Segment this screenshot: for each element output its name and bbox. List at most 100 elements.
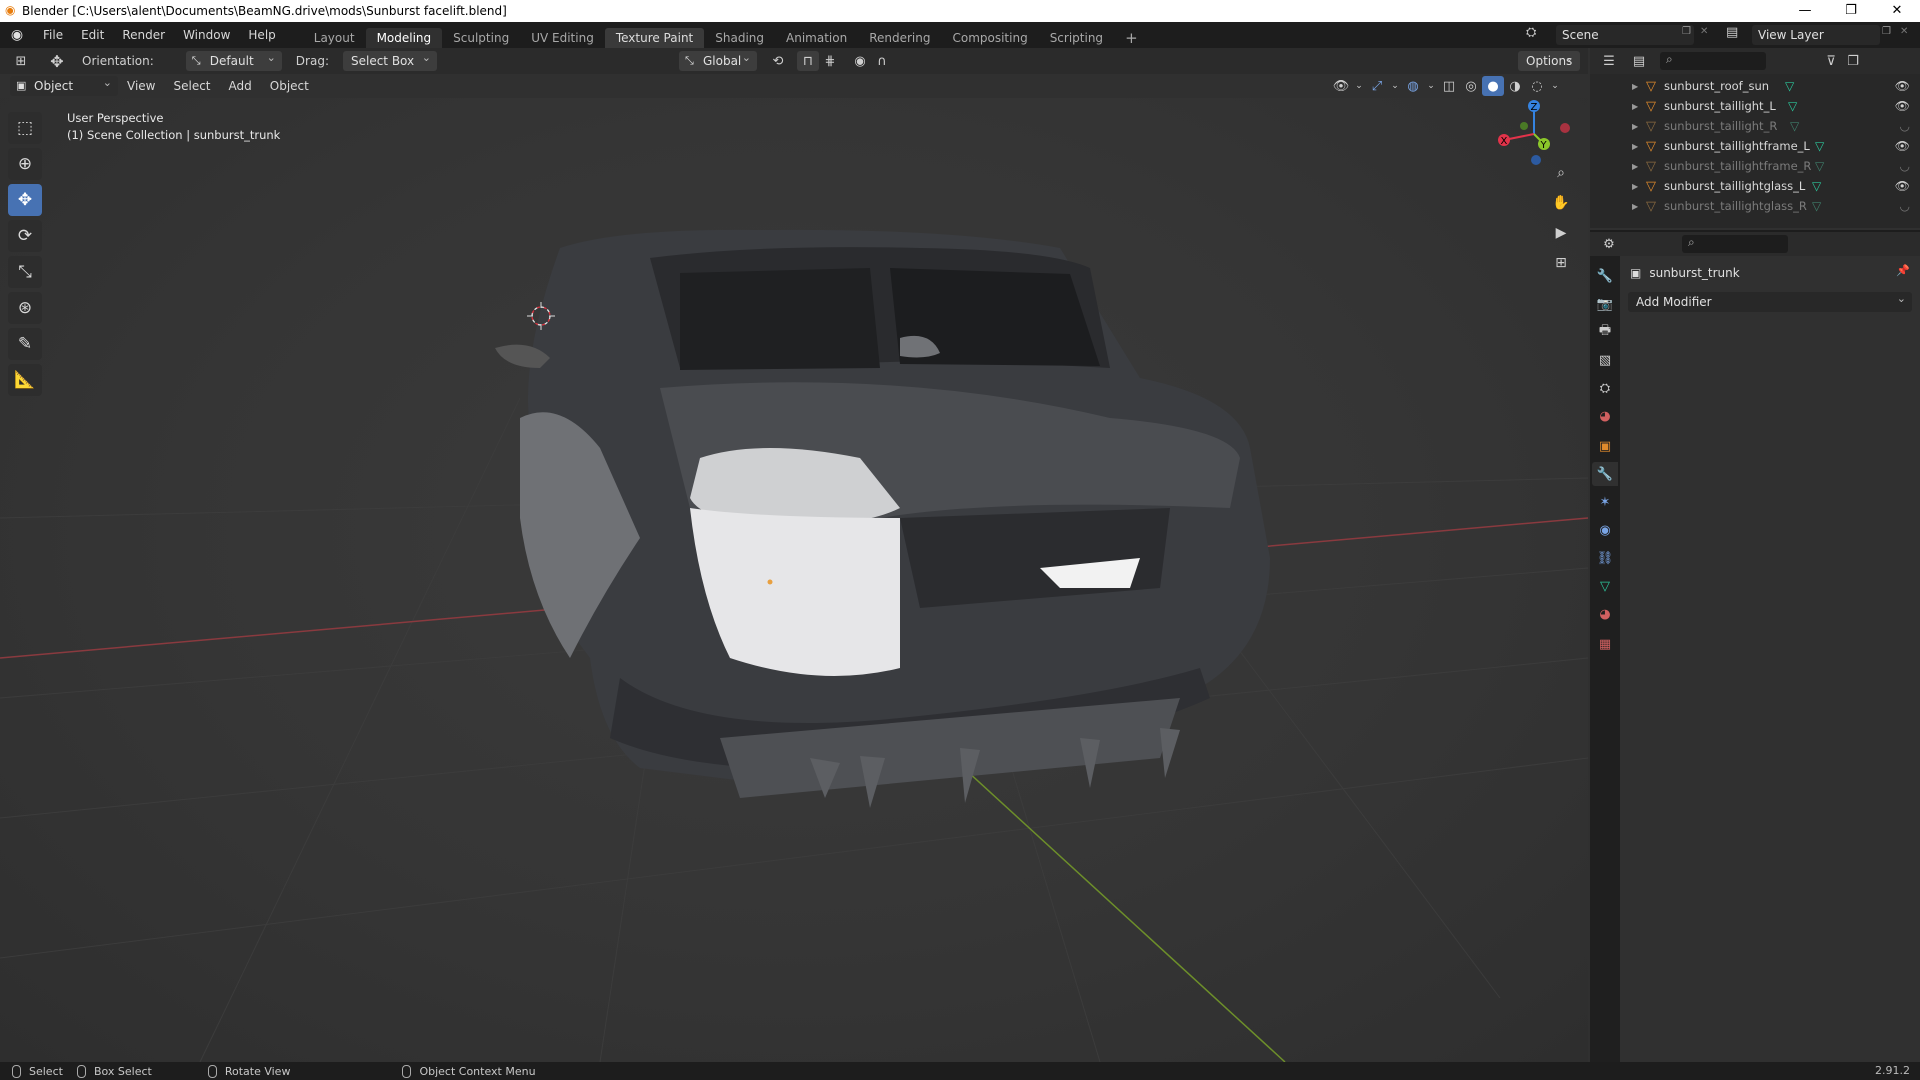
tab-sculpting[interactable]: Sculpting <box>442 28 520 48</box>
overlays-icon[interactable]: ◍ <box>1402 76 1424 96</box>
wireframe-shading-icon[interactable]: ◎ <box>1460 76 1482 96</box>
mode-dropdown[interactable]: ▣ Object Mode <box>10 73 118 113</box>
pivot-point-icon[interactable]: ⟲ <box>767 51 789 71</box>
rotate-tool-icon[interactable]: ⟳ <box>8 220 42 252</box>
add-workspace-button[interactable]: + <box>1114 28 1149 48</box>
particles-tab-icon[interactable]: ✶ <box>1592 490 1618 514</box>
constraints-tab-icon[interactable]: ⛓ <box>1592 546 1618 570</box>
tab-rendering[interactable]: Rendering <box>858 28 941 48</box>
tab-layout[interactable]: Layout <box>303 28 366 48</box>
eye-icon[interactable]: 👁 <box>1895 179 1910 193</box>
outliner-row[interactable]: ▶ ▽ sunburst_roof_sun ▽ 👁 <box>1590 76 1920 96</box>
menu-file[interactable]: File <box>34 22 72 48</box>
pin-icon[interactable]: 📌 <box>1896 264 1910 277</box>
viewport-menu-add[interactable]: Add <box>220 74 261 98</box>
filter-icon[interactable]: ⊽ <box>1820 51 1842 71</box>
snap-icon[interactable]: ⊓ <box>796 51 819 71</box>
overlays-dropdown-icon[interactable]: ⌄ <box>1424 76 1438 96</box>
tab-scripting[interactable]: Scripting <box>1039 28 1114 48</box>
texture-tab-icon[interactable]: ▦ <box>1592 632 1618 656</box>
render-tab-icon[interactable]: 📷 <box>1592 292 1618 316</box>
annotate-tool-icon[interactable]: ✎ <box>8 328 42 360</box>
3d-viewport[interactable]: User Perspective (1) Scene Collection | … <box>0 98 1588 1062</box>
gizmo-toggle-icon[interactable]: ⤢ <box>1366 76 1388 96</box>
tab-uv-editing[interactable]: UV Editing <box>520 28 605 48</box>
outliner-row[interactable]: ▶ ▽ sunburst_taillightframe_L ▽ 👁 <box>1590 136 1920 156</box>
eye-closed-icon[interactable]: ◡ <box>1900 159 1910 173</box>
delete-view-layer-icon[interactable]: ✕ <box>1900 26 1908 37</box>
editor-type-icon[interactable]: ⊞ <box>10 51 32 71</box>
blender-menu-icon[interactable]: ◉ <box>0 27 34 43</box>
gizmo-dropdown-icon[interactable]: ⌄ <box>1388 76 1402 96</box>
orientation-dropdown[interactable]: ⤡ Default <box>185 48 282 71</box>
tool-tab-icon[interactable]: 🔧 <box>1592 264 1618 288</box>
world-tab-icon[interactable]: ◕ <box>1592 404 1618 428</box>
tab-shading[interactable]: Shading <box>704 28 775 48</box>
proportional-falloff-icon[interactable]: ∩ <box>871 51 893 71</box>
new-collection-icon[interactable]: ❐ <box>1842 51 1864 71</box>
data-tab-icon[interactable]: ▽ <box>1592 574 1618 598</box>
material-tab-icon[interactable]: ◕ <box>1592 602 1618 626</box>
transform-tool-icon[interactable]: ⊛ <box>8 292 42 324</box>
scene-field[interactable]: Scene <box>1556 25 1694 45</box>
eye-closed-icon[interactable]: ◡ <box>1900 119 1910 133</box>
tab-texture-paint[interactable]: Texture Paint <box>604 28 705 48</box>
physics-tab-icon[interactable]: ◉ <box>1592 518 1618 542</box>
properties-search-input[interactable]: ⌕ <box>1682 235 1788 253</box>
properties-editor-icon[interactable]: ⚙ <box>1598 234 1620 254</box>
proportional-edit-icon[interactable]: ◉ <box>849 51 871 71</box>
eye-closed-icon[interactable]: ◡ <box>1900 199 1910 213</box>
solid-shading-icon[interactable]: ● <box>1482 76 1504 96</box>
tab-animation[interactable]: Animation <box>775 28 858 48</box>
scene-tab-icon[interactable]: ⛭ <box>1592 376 1618 400</box>
outliner-row[interactable]: ▶ ▽ sunburst_taillight_L ▽ 👁 <box>1590 96 1920 116</box>
eye-icon[interactable]: 👁 <box>1895 99 1910 113</box>
car-model[interactable] <box>495 229 1270 808</box>
camera-icon[interactable]: ▶ <box>1548 220 1574 246</box>
zoom-icon[interactable]: ⌕ <box>1548 160 1574 186</box>
eye-icon[interactable]: 👁 <box>1895 139 1910 153</box>
visibility-dropdown-icon[interactable]: ⌄ <box>1352 76 1366 96</box>
new-scene-icon[interactable]: ❐ <box>1682 26 1691 37</box>
tab-modeling[interactable]: Modeling <box>365 28 443 48</box>
outliner-row[interactable]: ▶ ▽ sunburst_taillightglass_R ▽ ◡ <box>1590 196 1920 216</box>
close-button[interactable]: ✕ <box>1874 0 1920 22</box>
outliner-row[interactable]: ▶ ▽ sunburst_taillightframe_R ▽ ◡ <box>1590 156 1920 176</box>
move-tool-icon[interactable]: ✥ <box>46 51 68 71</box>
viewport-menu-view[interactable]: View <box>118 74 164 98</box>
move-tool-active-icon[interactable]: ✥ <box>8 184 42 216</box>
navigation-gizmo[interactable]: Z X Y <box>1490 98 1580 168</box>
output-tab-icon[interactable]: 🖶 <box>1592 320 1618 344</box>
scale-tool-icon[interactable]: ⤡ <box>8 256 42 288</box>
outliner-search-input[interactable]: ⌕ <box>1660 52 1766 70</box>
snap-target-icon[interactable]: ⋕ <box>819 51 841 71</box>
scene-icon[interactable]: ⛭ <box>1526 25 1536 40</box>
perspective-grid-icon[interactable]: ⊞ <box>1548 250 1574 276</box>
cursor-tool-icon[interactable]: ⊕ <box>8 148 42 180</box>
visibility-icon[interactable]: 👁 <box>1330 76 1352 96</box>
object-tab-icon[interactable]: ▣ <box>1592 434 1618 458</box>
viewport-menu-object[interactable]: Object <box>261 74 318 98</box>
menu-render[interactable]: Render <box>113 22 174 48</box>
pan-hand-icon[interactable]: ✋ <box>1548 190 1574 216</box>
view-layer-field[interactable]: View Layer <box>1752 25 1880 45</box>
view-layer-tab-icon[interactable]: ▧ <box>1592 348 1618 372</box>
outliner-row[interactable]: ▶ ▽ sunburst_taillight_R ▽ ◡ <box>1590 116 1920 136</box>
display-mode-icon[interactable]: ▤ <box>1628 51 1650 71</box>
delete-scene-icon[interactable]: ✕ <box>1700 26 1708 37</box>
drag-dropdown[interactable]: Select Box <box>342 48 437 71</box>
outliner-editor-icon[interactable]: ☰ <box>1598 51 1620 71</box>
menu-edit[interactable]: Edit <box>72 22 113 48</box>
material-shading-icon[interactable]: ◑ <box>1504 76 1526 96</box>
view-layer-icon[interactable]: ▤ <box>1726 25 1738 40</box>
tab-compositing[interactable]: Compositing <box>941 28 1038 48</box>
rendered-shading-icon[interactable]: ◌ <box>1526 76 1548 96</box>
menu-help[interactable]: Help <box>239 22 284 48</box>
maximize-button[interactable]: ❐ <box>1828 0 1874 22</box>
minimize-button[interactable]: — <box>1782 0 1828 22</box>
menu-window[interactable]: Window <box>174 22 239 48</box>
xray-icon[interactable]: ◫ <box>1438 76 1460 96</box>
outliner-row[interactable]: ▶ ▽ sunburst_taillightglass_L ▽ 👁 <box>1590 176 1920 196</box>
measure-tool-icon[interactable]: 📐 <box>8 364 42 396</box>
options-dropdown[interactable]: Options <box>1518 48 1580 71</box>
